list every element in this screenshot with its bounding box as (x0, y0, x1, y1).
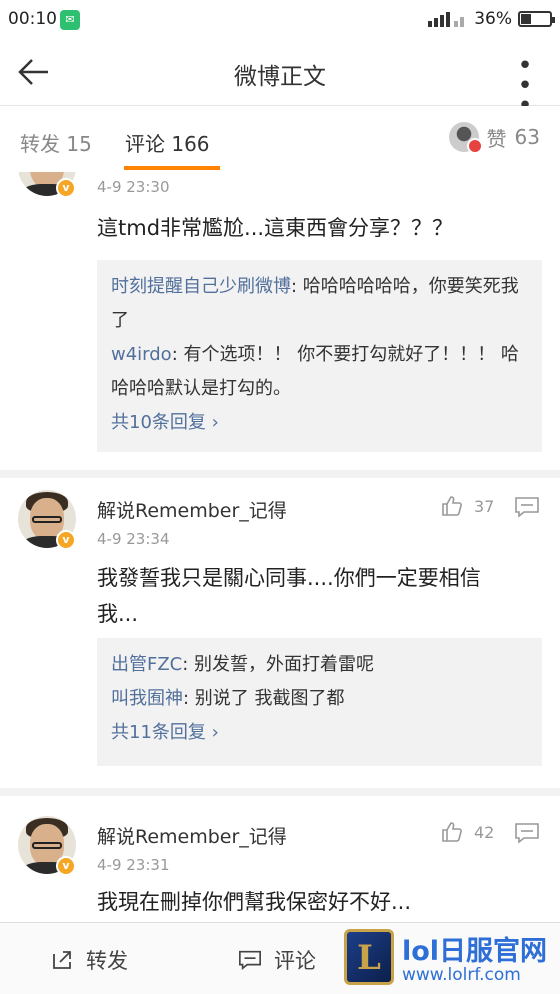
comment-button[interactable]: 评论 (238, 945, 316, 975)
status-indicators: 36% (428, 9, 555, 29)
tab-comment-label: 评论 (125, 132, 165, 156)
verified-badge-icon: v (56, 530, 76, 550)
comment-time: 4-9 23:34 (97, 530, 170, 548)
reply-text: : 别发誓，外面打着雷呢 (182, 654, 375, 675)
comment-author[interactable]: 解说Remember_记得 (97, 496, 287, 523)
reply-preview[interactable]: 出管FZC: 别发誓，外面打着雷呢 叫我囿神: 别说了 我截图了都 共11条回复… (97, 638, 542, 766)
comment-text: 我現在刪掉你們幫我保密好不好... (97, 890, 412, 914)
reply-user[interactable]: w4irdo (111, 344, 172, 365)
battery-icon (518, 11, 555, 27)
signal-icon (428, 12, 465, 27)
watermark-title: lol日服官网 (402, 936, 548, 967)
more-options-icon[interactable]: • • • (506, 53, 546, 119)
reply-icon[interactable] (514, 496, 540, 518)
more-replies-link[interactable]: 共11条回复 › (111, 716, 528, 750)
verified-badge-icon: v (56, 178, 76, 198)
comment-item: v 4-9 23:30 這tmd非常尷尬...這東西會分享？？？ 时刻提醒自己少… (0, 172, 560, 470)
reply-item: 时刻提醒自己少刷微博: 哈哈哈哈哈哈，你要笑死我了 (111, 270, 528, 338)
liker-avatar (448, 122, 483, 154)
repost-label: 转发 (86, 949, 128, 973)
lol-logo-icon: L (344, 929, 394, 985)
reply-preview[interactable]: 时刻提醒自己少刷微博: 哈哈哈哈哈哈，你要笑死我了 w4irdo: 有个选项！！… (97, 260, 542, 452)
reply-user[interactable]: 叫我囿神 (111, 688, 183, 709)
thumbs-up-icon (442, 822, 462, 842)
reply-item: w4irdo: 有个选项！！ 你不要打勾就好了！！！ 哈哈哈哈默认是打勾的。 (111, 338, 528, 406)
comment-text: 這tmd非常尷尬...這東西會分享？？？ (97, 216, 454, 240)
comment-author[interactable]: 解说Remember_记得 (97, 822, 287, 849)
thumbs-up-icon (442, 496, 462, 516)
comment-time: 4-9 23:30 (97, 178, 170, 196)
nav-bar: 微博正文 • • • (0, 40, 560, 119)
tab-repost[interactable]: 转发 15 (20, 128, 92, 157)
tab-like-count: 63 (514, 125, 540, 149)
battery-fill (521, 14, 532, 24)
reply-item: 叫我囿神: 别说了 我截图了都 (111, 682, 528, 716)
tab-like-label: 赞 (486, 126, 507, 151)
like-button[interactable]: 42 (440, 820, 494, 844)
more-replies-link[interactable]: 共10条回复 › (111, 406, 528, 440)
status-time: 00:10 (8, 9, 57, 29)
battery-percent: 36% (474, 9, 512, 29)
reply-user[interactable]: 时刻提醒自己少刷微博 (111, 276, 291, 297)
reply-text: : 有个选项！！ 你不要打勾就好了！！！ 哈哈哈哈默认是打勾的。 (111, 344, 519, 399)
status-bar: 00:10 ✉ 36% (0, 0, 560, 40)
verified-badge-icon: v (56, 856, 76, 876)
comment-item: v 解说Remember_记得 4-9 23:31 42 我現在刪掉你們幫我保密… (0, 796, 560, 922)
comment-label: 评论 (274, 949, 316, 973)
tab-comment-count: 166 (171, 132, 210, 156)
like-count: 42 (474, 822, 495, 842)
comment-text: 我發誓我只是關心同事....你們一定要相信我... (97, 566, 481, 626)
watermark-url: www.lolrf.com (402, 965, 521, 985)
like-count: 37 (474, 496, 495, 516)
tabs-bar: 转发 15 评论 166 赞 63 (0, 106, 560, 172)
reply-user[interactable]: 出管FZC (111, 654, 182, 675)
comment-time: 4-9 23:31 (97, 856, 170, 874)
page-title: 微博正文 (234, 64, 326, 90)
like-button[interactable]: 37 (440, 494, 494, 518)
tab-repost-count: 15 (66, 132, 92, 156)
repost-button[interactable]: 转发 (50, 945, 128, 975)
site-watermark: L lol日服官网 www.lolrf.com (340, 925, 560, 991)
share-icon (53, 951, 71, 969)
comment-list[interactable]: v 4-9 23:30 這tmd非常尷尬...這東西會分享？？？ 时刻提醒自己少… (0, 172, 560, 922)
reply-text: : 别说了 我截图了都 (183, 688, 345, 709)
comment-icon (239, 950, 261, 971)
comment-item: v 解说Remember_记得 4-9 23:34 37 我發誓我只是關心同事.… (0, 478, 560, 788)
tab-like[interactable]: 赞 63 (448, 122, 540, 154)
reply-icon[interactable] (514, 822, 540, 844)
app-notification-icon: ✉ (60, 10, 80, 30)
active-tab-indicator (124, 166, 220, 170)
reply-item: 出管FZC: 别发誓，外面打着雷呢 (111, 648, 528, 682)
tab-repost-label: 转发 (20, 132, 60, 156)
tab-comment[interactable]: 评论 166 (125, 128, 210, 157)
